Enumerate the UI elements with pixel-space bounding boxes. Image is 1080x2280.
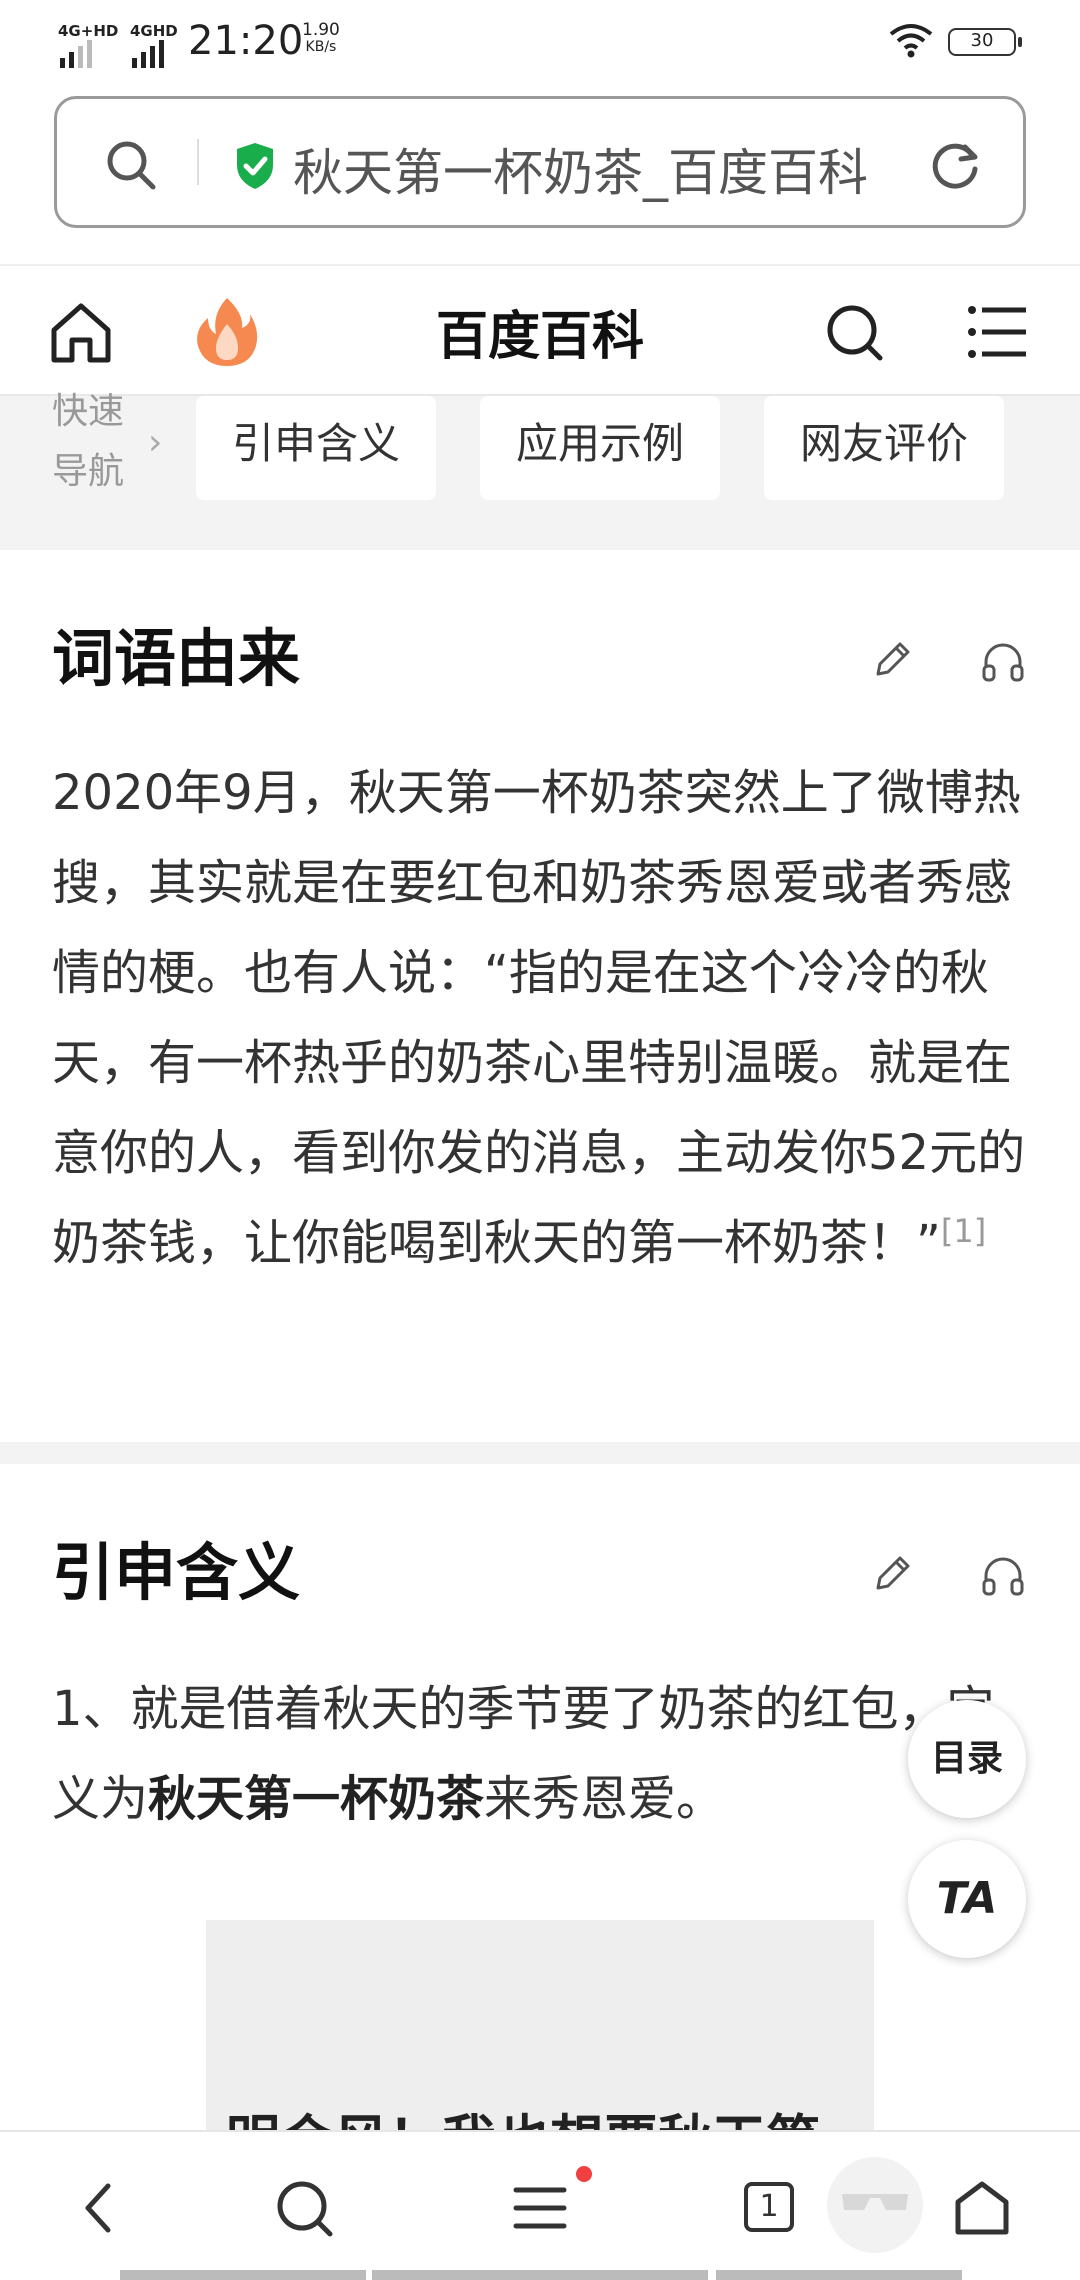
menu-icon[interactable] (968, 304, 1028, 360)
tabs-count-button[interactable]: 1 (744, 2182, 794, 2232)
status-bar: 4G+HD 4GHD 21:20 1.90 KB/s 30 (0, 0, 1080, 84)
signal-1-label: 4G+HD (58, 22, 119, 40)
network-speed: 1.90 KB/s (302, 22, 340, 56)
battery-indicator: 30 (948, 28, 1022, 56)
gesture-bar (716, 2270, 962, 2280)
edit-icon[interactable] (870, 1552, 914, 1596)
section-text-meaning-bold: 秋天第一杯奶茶 (148, 1771, 485, 1827)
section-text-origin: 2020年9月，秋天第一杯奶茶突然上了微博热搜，其实就是在要红包和奶茶秀恩爱或者… (52, 748, 1032, 1288)
gesture-bar (372, 2270, 708, 2280)
signal-1-icon (60, 40, 92, 68)
baike-top-nav: 百度百科 (0, 264, 1080, 396)
quick-nav-item-pingjia[interactable]: 网友评价 (764, 396, 1004, 500)
menu-icon[interactable] (508, 2176, 572, 2240)
section-text-meaning: 1、就是借着秋天的季节要了奶茶的红包，定义为秋天第一杯奶茶来秀恩爱。 (52, 1664, 1032, 1844)
ta-button[interactable]: TA (908, 1840, 1026, 1958)
back-icon[interactable] (68, 2176, 132, 2240)
wifi-icon (889, 24, 933, 58)
image-caption: 明会风！我也想要秋天第 (226, 2096, 820, 2130)
home-icon[interactable] (950, 2176, 1014, 2240)
clock: 21:20 (188, 18, 304, 64)
url-divider (197, 139, 199, 185)
toc-button[interactable]: 目录 (908, 1700, 1026, 1818)
page-url-title[interactable]: 秋天第一杯奶茶_百度百科 (293, 133, 868, 205)
network-speed-unit: KB/s (305, 39, 337, 55)
content-image[interactable]: 明会风！我也想要秋天第 (206, 1920, 874, 2130)
section-text-origin-body: 2020年9月，秋天第一杯奶茶突然上了微博热搜，其实就是在要红包和奶茶秀恩爱或者… (52, 765, 1026, 1271)
baike-title: 百度百科 (435, 307, 644, 367)
refresh-icon[interactable] (927, 137, 983, 193)
headphones-icon[interactable] (980, 1552, 1026, 1598)
mascot-icon[interactable] (820, 2150, 930, 2260)
headphones-icon[interactable] (980, 638, 1026, 684)
section-text-meaning-part2: 来秀恩爱。 (484, 1771, 725, 1827)
section-title-meaning: 引申含义 (52, 1536, 301, 1609)
gesture-bar (120, 2270, 366, 2280)
url-bar[interactable]: 秋天第一杯奶茶_百度百科 (54, 96, 1026, 228)
chevron-right-icon: › (148, 422, 163, 463)
citation-link[interactable]: [1] (941, 1212, 986, 1250)
search-icon[interactable] (824, 302, 886, 364)
signal-2-label: 4GHD (130, 22, 178, 40)
quick-nav-label: 快速导航 (52, 391, 125, 492)
edit-icon[interactable] (870, 638, 914, 682)
quick-nav: 快速导航 › 引申含义 应用示例 网友评价 (0, 391, 1080, 550)
network-speed-value: 1.90 (302, 20, 340, 40)
shield-check-icon (237, 143, 273, 189)
search-icon[interactable] (272, 2176, 336, 2240)
section-divider (0, 1442, 1080, 1464)
quick-nav-item-yingyong[interactable]: 应用示例 (480, 396, 720, 500)
signal-2-icon (132, 40, 164, 68)
notification-dot (576, 2166, 592, 2182)
quick-nav-item-yinshen[interactable]: 引申含义 (196, 396, 436, 500)
search-icon[interactable] (103, 137, 159, 193)
browser-bottom-bar: 1 (0, 2130, 1080, 2280)
section-title-origin: 词语由来 (52, 622, 301, 695)
